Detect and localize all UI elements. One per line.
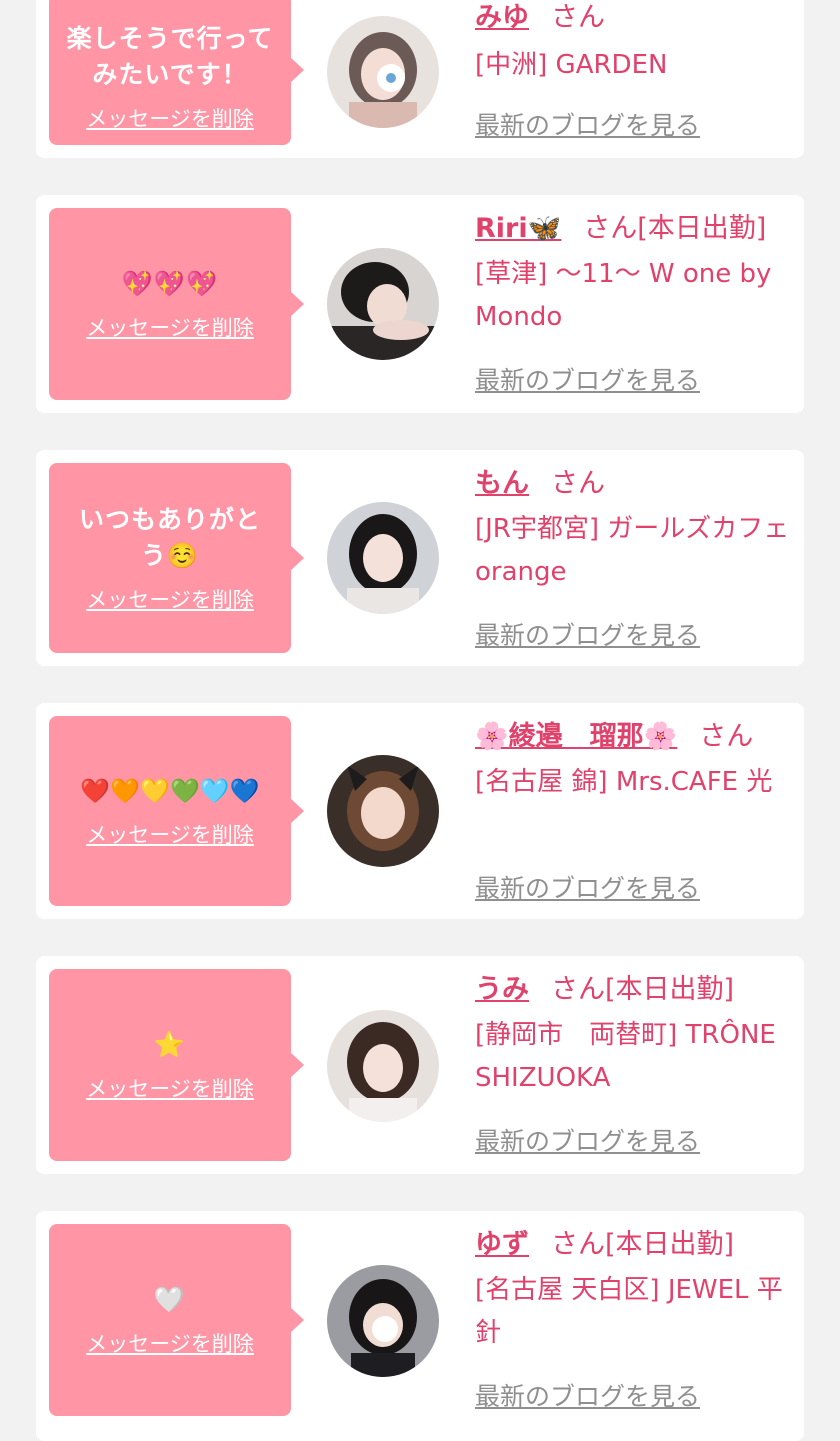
- girl-name-link[interactable]: みゆ: [475, 2, 529, 33]
- latest-blog-link[interactable]: 最新のブログを見る: [475, 869, 700, 905]
- status-text: [本日出勤]: [605, 974, 735, 1005]
- delete-message-link[interactable]: メッセージを削除: [86, 584, 254, 614]
- honorific: さん: [551, 1229, 605, 1260]
- message-bubble: ❤️🧡💛💚🩵💙 メッセージを削除: [49, 716, 304, 906]
- girl-info: もん さん [JR宇都宮] ガールズカフェ orange: [475, 464, 790, 594]
- avatar[interactable]: [327, 16, 439, 128]
- shop-name: [名古屋 錦] Mrs.CAFE 光: [475, 767, 773, 797]
- message-bubble: 💖💖💖 メッセージを削除: [49, 208, 304, 400]
- message-bubble: 楽しそうで行ってみたいです！ メッセージを削除: [49, 0, 304, 145]
- girl-name-link[interactable]: Riri🦋: [475, 213, 561, 244]
- latest-blog-link[interactable]: 最新のブログを見る: [475, 106, 700, 142]
- avatar[interactable]: [327, 248, 439, 360]
- girl-info: Riri🦋 さん[本日出勤] [草津] 〜11〜 W one by Mondo: [475, 209, 790, 339]
- message-text: ⭐: [153, 1030, 187, 1059]
- girl-info: うみ さん[本日出勤] [静岡市 両替町] TRÔNE SHIZUOKA: [475, 970, 790, 1100]
- message-text: 楽しそうで行ってみたいです！: [66, 23, 274, 89]
- avatar[interactable]: [327, 1265, 439, 1377]
- message-card: 楽しそうで行ってみたいです！ メッセージを削除 みゆ さん [中洲] GARDEN…: [36, 0, 804, 158]
- shop-name: [中洲] GARDEN: [475, 50, 668, 80]
- message-bubble: 🤍 メッセージを削除: [49, 1224, 304, 1416]
- delete-message-link[interactable]: メッセージを削除: [86, 1328, 254, 1358]
- shop-name: [JR宇都宮] ガールズカフェ orange: [475, 514, 790, 587]
- shop-name: [静岡市 両替町] TRÔNE SHIZUOKA: [475, 1020, 776, 1093]
- message-card: ⭐ メッセージを削除 うみ さん[本日出勤] [静岡市 両替町] TRÔNE SH…: [36, 956, 804, 1174]
- girl-name-link[interactable]: ゆず: [475, 1229, 529, 1260]
- message-card: 🤍 メッセージを削除 ゆず さん[本日出勤] [名古屋 天白区] JEWEL 平針…: [36, 1211, 804, 1441]
- girl-info: みゆ さん [中洲] GARDEN: [475, 0, 790, 87]
- honorific: さん: [583, 213, 638, 244]
- message-bubble: いつもありがとう☺️ メッセージを削除: [49, 463, 304, 653]
- message-card: いつもありがとう☺️ メッセージを削除 もん さん [JR宇都宮] ガールズカフェ…: [36, 450, 804, 666]
- status-text: [本日出勤]: [605, 1229, 735, 1260]
- girl-name-link[interactable]: うみ: [475, 974, 529, 1005]
- honorific: さん: [551, 974, 605, 1005]
- delete-message-link[interactable]: メッセージを削除: [86, 103, 254, 133]
- message-card: 💖💖💖 メッセージを削除 Riri🦋 さん[本日出勤] [草津] 〜11〜 W o…: [36, 195, 804, 413]
- message-bubble: ⭐ メッセージを削除: [49, 969, 304, 1161]
- message-text: 💖💖💖: [121, 269, 219, 298]
- delete-message-link[interactable]: メッセージを削除: [86, 819, 254, 849]
- honorific: さん: [699, 721, 754, 752]
- delete-message-link[interactable]: メッセージを削除: [86, 1073, 254, 1103]
- avatar[interactable]: [327, 1010, 439, 1122]
- message-text: 🤍: [153, 1285, 187, 1314]
- girl-name-link[interactable]: 🌸綾邉 瑠那🌸: [475, 721, 677, 752]
- honorific: さん: [551, 2, 605, 33]
- latest-blog-link[interactable]: 最新のブログを見る: [475, 1377, 700, 1413]
- shop-name: [名古屋 天白区] JEWEL 平針: [475, 1275, 783, 1348]
- honorific: さん: [551, 468, 605, 499]
- girl-info: ゆず さん[本日出勤] [名古屋 天白区] JEWEL 平針: [475, 1225, 790, 1355]
- avatar[interactable]: [327, 502, 439, 614]
- latest-blog-link[interactable]: 最新のブログを見る: [475, 361, 700, 397]
- message-text: ❤️🧡💛💚🩵💙: [80, 777, 260, 805]
- message-text: いつもありがとう☺️: [78, 505, 261, 570]
- avatar[interactable]: [327, 755, 439, 867]
- shop-name: [草津] 〜11〜 W one by Mondo: [475, 259, 772, 332]
- latest-blog-link[interactable]: 最新のブログを見る: [475, 616, 700, 652]
- latest-blog-link[interactable]: 最新のブログを見る: [475, 1122, 700, 1158]
- status-text: [本日出勤]: [637, 213, 767, 244]
- message-card: ❤️🧡💛💚🩵💙 メッセージを削除 🌸綾邉 瑠那🌸 さん [名古屋 錦] Mrs.C…: [36, 703, 804, 919]
- girl-info: 🌸綾邉 瑠那🌸 さん [名古屋 錦] Mrs.CAFE 光: [475, 717, 790, 804]
- delete-message-link[interactable]: メッセージを削除: [86, 312, 254, 342]
- girl-name-link[interactable]: もん: [475, 468, 529, 499]
